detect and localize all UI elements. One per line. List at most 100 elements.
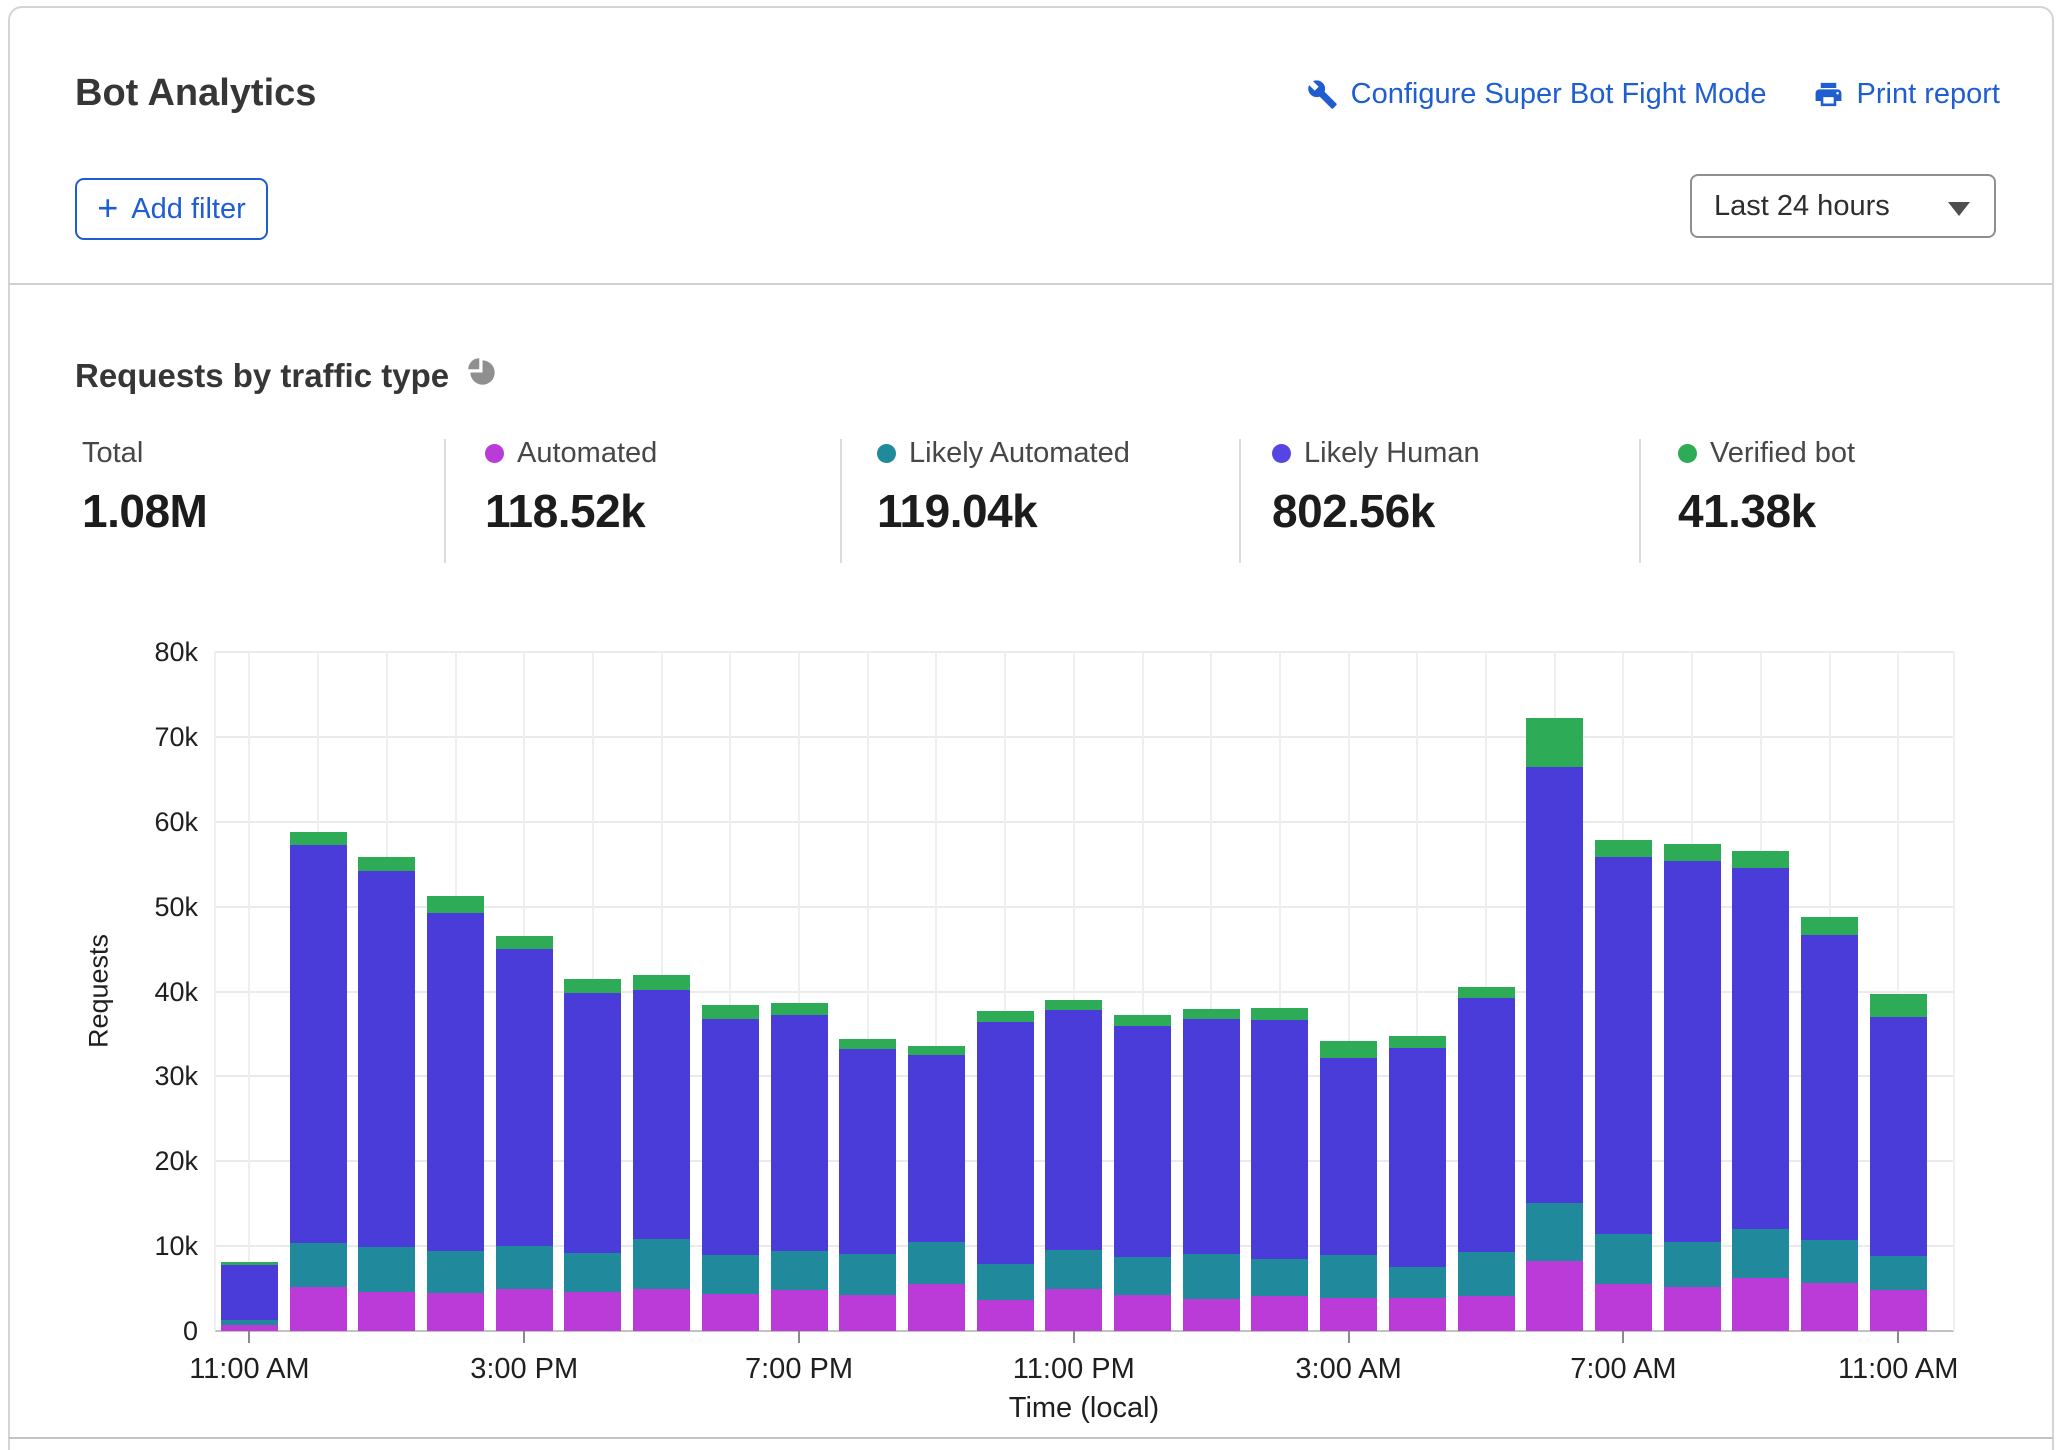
bar-segment-likely-human	[1045, 1010, 1102, 1250]
bar[interactable]	[702, 1005, 759, 1331]
bar-segment-automated	[839, 1295, 896, 1331]
bar-segment-likely-human	[1595, 857, 1652, 1235]
bar-segment-likely-automated	[496, 1246, 553, 1289]
bar[interactable]	[1389, 1036, 1446, 1331]
bar-segment-verified-bot	[771, 1003, 828, 1016]
y-gridline	[215, 821, 1954, 823]
bar[interactable]	[977, 1011, 1034, 1331]
bar-segment-verified-bot	[1870, 994, 1927, 1017]
bar-segment-likely-human	[1114, 1026, 1171, 1257]
bar[interactable]	[427, 896, 484, 1331]
bar[interactable]	[1251, 1008, 1308, 1331]
bar[interactable]	[1664, 844, 1721, 1331]
print-report-link[interactable]: Print report	[1813, 78, 2000, 111]
bar-segment-likely-automated	[1664, 1242, 1721, 1287]
x-tick	[1348, 1331, 1350, 1343]
stat-value: 41.38k	[1678, 484, 1855, 538]
bar-segment-likely-human	[1251, 1020, 1308, 1259]
bar[interactable]	[358, 857, 415, 1331]
bar-segment-verified-bot	[1801, 917, 1858, 935]
bar[interactable]	[908, 1046, 965, 1331]
bar[interactable]	[1801, 917, 1858, 1331]
stat-likely-human: Likely Human 802.56k	[1272, 437, 1480, 538]
bar-segment-verified-bot	[1114, 1015, 1171, 1026]
y-tick-label: 0	[0, 1315, 198, 1347]
configure-super-bot-fight-mode-link[interactable]: Configure Super Bot Fight Mode	[1307, 78, 1767, 111]
bar-segment-automated	[1389, 1298, 1446, 1331]
bar-segment-automated	[358, 1292, 415, 1331]
bar[interactable]	[1114, 1015, 1171, 1331]
bar-segment-verified-bot	[427, 896, 484, 912]
bar[interactable]	[1320, 1041, 1377, 1331]
add-filter-button[interactable]: + Add filter	[75, 178, 268, 240]
x-tick	[1073, 1331, 1075, 1343]
bar-segment-automated	[1114, 1295, 1171, 1331]
bar[interactable]	[839, 1039, 896, 1331]
stat-label: Total	[82, 437, 143, 470]
bar-segment-likely-human	[1183, 1019, 1240, 1254]
bar-segment-automated	[1664, 1287, 1721, 1331]
requests-stacked-bar-chart	[215, 652, 1954, 1331]
traffic-type-stats: Total 1.08M Automated 118.52k Likely Aut…	[0, 437, 2062, 565]
bar[interactable]	[1870, 994, 1927, 1331]
print-link-label: Print report	[1857, 78, 2000, 111]
bar-segment-likely-human	[1732, 868, 1789, 1229]
stat-total: Total 1.08M	[82, 437, 207, 538]
bar-segment-automated	[564, 1292, 621, 1331]
bar[interactable]	[1732, 851, 1789, 1331]
plus-icon: +	[97, 187, 118, 229]
bar-segment-likely-human	[908, 1055, 965, 1242]
bar-segment-likely-automated	[839, 1254, 896, 1295]
bar[interactable]	[496, 936, 553, 1331]
bar[interactable]	[1045, 1000, 1102, 1331]
bar-segment-automated	[1732, 1278, 1789, 1331]
y-tick-label: 20k	[0, 1145, 198, 1177]
x-tick	[248, 1331, 250, 1343]
bar[interactable]	[1526, 718, 1583, 1331]
y-tick-label: 10k	[0, 1230, 198, 1262]
x-tick-label: 11:00 PM	[1013, 1353, 1135, 1386]
bar[interactable]	[564, 979, 621, 1331]
bar-segment-automated	[427, 1293, 484, 1331]
page-title: Bot Analytics	[75, 72, 316, 115]
bar[interactable]	[290, 832, 347, 1331]
bar-segment-likely-automated	[1320, 1255, 1377, 1297]
bar-segment-likely-human	[633, 990, 690, 1240]
bar-segment-likely-automated	[1251, 1259, 1308, 1296]
bar-segment-likely-human	[1526, 767, 1583, 1202]
bar[interactable]	[1183, 1008, 1240, 1331]
bar[interactable]	[1458, 987, 1515, 1331]
time-range-dropdown[interactable]: Last 24 hours	[1690, 174, 1996, 238]
card-bottom-divider	[9, 1437, 2053, 1439]
bar-segment-automated	[977, 1300, 1034, 1331]
bar[interactable]	[633, 975, 690, 1331]
bar[interactable]	[221, 1262, 278, 1331]
stat-value: 802.56k	[1272, 484, 1480, 538]
bar-segment-automated	[496, 1289, 553, 1331]
bar-segment-verified-bot	[1458, 987, 1515, 998]
x-tick-label: 3:00 PM	[470, 1353, 578, 1386]
stat-verified-bot: Verified bot 41.38k	[1678, 437, 1855, 538]
bar-segment-verified-bot	[908, 1046, 965, 1055]
x-axis-title: Time (local)	[1009, 1392, 1159, 1425]
header-divider	[9, 283, 2053, 285]
bar-segment-verified-bot	[702, 1005, 759, 1019]
bar-segment-likely-automated	[633, 1239, 690, 1288]
bar-segment-automated	[1458, 1296, 1515, 1331]
bar-segment-likely-automated	[358, 1247, 415, 1292]
bar-segment-likely-automated	[1732, 1229, 1789, 1277]
y-tick-label: 70k	[0, 721, 198, 753]
bar-segment-likely-human	[358, 871, 415, 1247]
bar-segment-automated	[290, 1287, 347, 1331]
bar-segment-automated	[702, 1294, 759, 1331]
bar-segment-verified-bot	[1526, 718, 1583, 767]
bar-segment-likely-automated	[702, 1255, 759, 1293]
bar-segment-likely-automated	[1114, 1257, 1171, 1294]
y-tick-label: 30k	[0, 1060, 198, 1092]
automated-dot	[485, 444, 504, 463]
bar-segment-automated	[1526, 1261, 1583, 1331]
bar-segment-likely-human	[1320, 1058, 1377, 1256]
bar[interactable]	[1595, 840, 1652, 1331]
bar-segment-likely-human	[771, 1015, 828, 1251]
bar[interactable]	[771, 1003, 828, 1331]
